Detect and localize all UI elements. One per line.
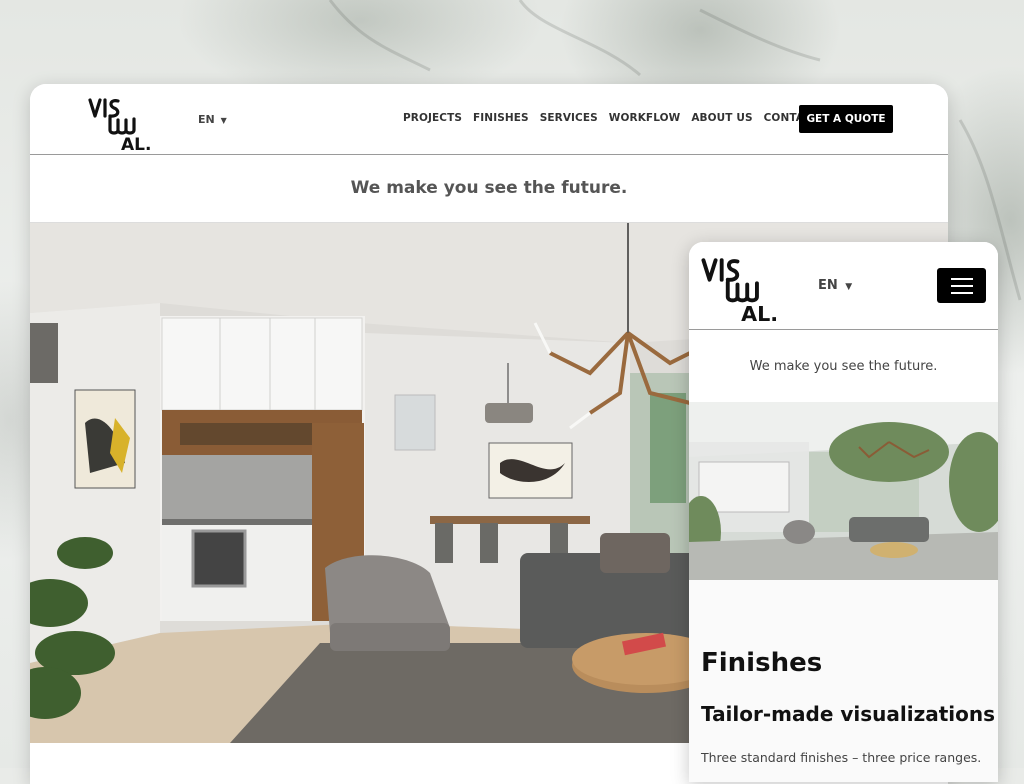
mobile-header: AL. EN ▼ <box>689 242 998 330</box>
desktop-header: AL. EN ▼ PROJECTS FINISHES SERVICES WORK… <box>30 84 948 155</box>
menu-button[interactable] <box>937 268 986 303</box>
mobile-mockup: AL. EN ▼ We make you see the future. Fin… <box>689 242 998 782</box>
language-selector[interactable]: EN ▼ <box>198 113 227 126</box>
hero-image <box>689 402 998 580</box>
visual-logo[interactable]: AL. <box>88 92 162 152</box>
section-paragraph: Three standard finishes – three price ra… <box>701 750 982 765</box>
section-heading: Finishes <box>701 648 823 678</box>
hamburger-icon <box>950 277 973 294</box>
finishes-section: Finishes Tailor-made visualizations Thre… <box>689 580 998 782</box>
language-label: EN <box>818 278 838 293</box>
get-quote-button[interactable]: GET A QUOTE <box>799 105 893 133</box>
nav-about-us[interactable]: ABOUT US <box>691 112 752 124</box>
language-selector[interactable]: EN ▼ <box>818 278 852 293</box>
nav-projects[interactable]: PROJECTS <box>403 112 462 124</box>
nav-finishes[interactable]: FINISHES <box>473 112 529 124</box>
chevron-down-icon: ▼ <box>220 116 227 125</box>
visual-logo[interactable]: AL. <box>701 250 791 324</box>
svg-text:AL.: AL. <box>741 302 778 324</box>
nav-services[interactable]: SERVICES <box>540 112 598 124</box>
nav-workflow[interactable]: WORKFLOW <box>609 112 681 124</box>
page-tagline: We make you see the future. <box>749 358 938 374</box>
language-label: EN <box>198 113 215 126</box>
page-tagline: We make you see the future. <box>30 154 948 223</box>
chevron-down-icon: ▼ <box>845 282 853 292</box>
section-subheading: Tailor-made visualizations <box>701 702 996 726</box>
main-nav: PROJECTS FINISHES SERVICES WORKFLOW ABOU… <box>403 112 830 124</box>
svg-text:AL.: AL. <box>121 135 151 152</box>
